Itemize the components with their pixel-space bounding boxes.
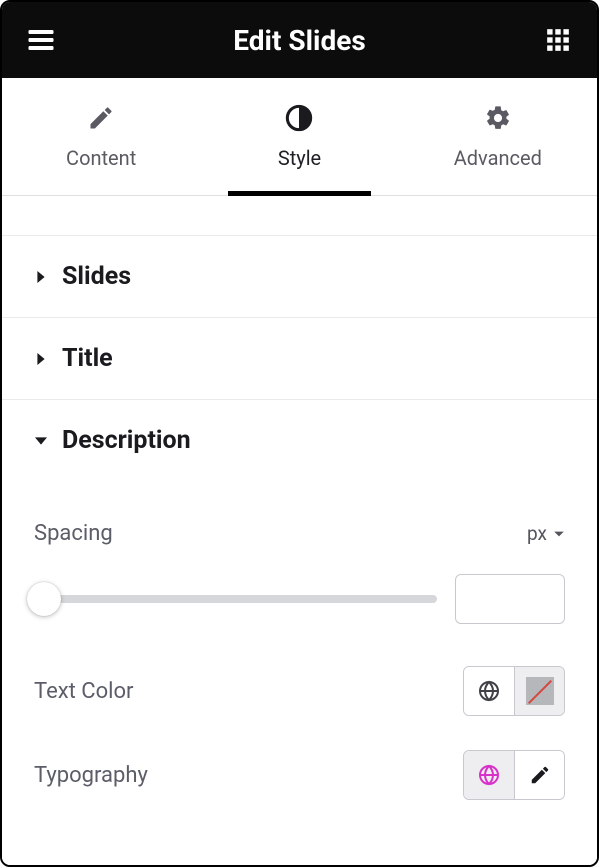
grid-icon	[545, 27, 571, 53]
tab-advanced[interactable]: Advanced	[399, 78, 597, 195]
tab-content[interactable]: Content	[2, 78, 200, 195]
panel-title: Edit Slides	[233, 24, 365, 57]
globe-icon	[477, 679, 501, 703]
sections-container: Slides Title Description Spacing	[2, 196, 597, 865]
tab-label: Content	[66, 146, 136, 170]
unit-select[interactable]: px	[527, 522, 565, 545]
spacing-slider-row	[34, 574, 565, 624]
spacing-slider[interactable]	[34, 595, 437, 603]
unit-value: px	[527, 522, 547, 545]
section-body-description: Spacing px Text Color	[2, 481, 597, 840]
spacing-label: Spacing	[34, 521, 113, 546]
pencil-icon	[529, 764, 551, 786]
color-picker-button[interactable]	[514, 667, 564, 715]
text-color-group	[463, 666, 565, 716]
section-header-slides[interactable]: Slides	[2, 236, 597, 317]
spacing-row: Spacing px	[34, 521, 565, 546]
gear-icon	[484, 104, 512, 132]
slider-thumb[interactable]	[27, 582, 61, 616]
apps-button[interactable]	[541, 23, 575, 57]
tab-label: Advanced	[454, 146, 542, 170]
pencil-icon	[87, 104, 115, 132]
no-color-swatch	[526, 677, 554, 705]
chevron-down-icon	[553, 528, 565, 540]
edit-panel: Edit Slides Content Style Adva	[0, 0, 599, 867]
tab-bar: Content Style Advanced	[2, 78, 597, 196]
caret-right-icon	[34, 352, 48, 366]
section-title: Title	[2, 318, 597, 400]
typography-row: Typography	[34, 750, 565, 800]
panel-header: Edit Slides	[2, 2, 597, 78]
tab-label: Style	[278, 146, 321, 170]
caret-down-icon	[34, 434, 48, 448]
text-color-row: Text Color	[34, 666, 565, 716]
section-title-label: Title	[62, 344, 113, 373]
section-header-description[interactable]: Description	[2, 400, 597, 481]
spacing-input[interactable]	[455, 574, 565, 624]
typography-label: Typography	[34, 763, 148, 788]
section-slides: Slides	[2, 236, 597, 318]
section-description: Description Spacing px	[2, 400, 597, 840]
hamburger-icon	[26, 25, 56, 55]
section-title: Slides	[62, 262, 131, 291]
caret-right-icon	[34, 270, 48, 284]
section-spacer	[2, 196, 597, 236]
section-header-title[interactable]: Title	[2, 318, 597, 399]
global-color-button[interactable]	[464, 667, 514, 715]
globe-icon	[477, 763, 501, 787]
text-color-label: Text Color	[34, 679, 134, 704]
tab-style[interactable]: Style	[200, 78, 398, 195]
contrast-icon	[285, 104, 313, 132]
global-typography-button[interactable]	[464, 751, 514, 799]
section-title-label: Description	[62, 426, 191, 455]
menu-button[interactable]	[24, 23, 58, 57]
edit-typography-button[interactable]	[514, 751, 564, 799]
typography-group	[463, 750, 565, 800]
